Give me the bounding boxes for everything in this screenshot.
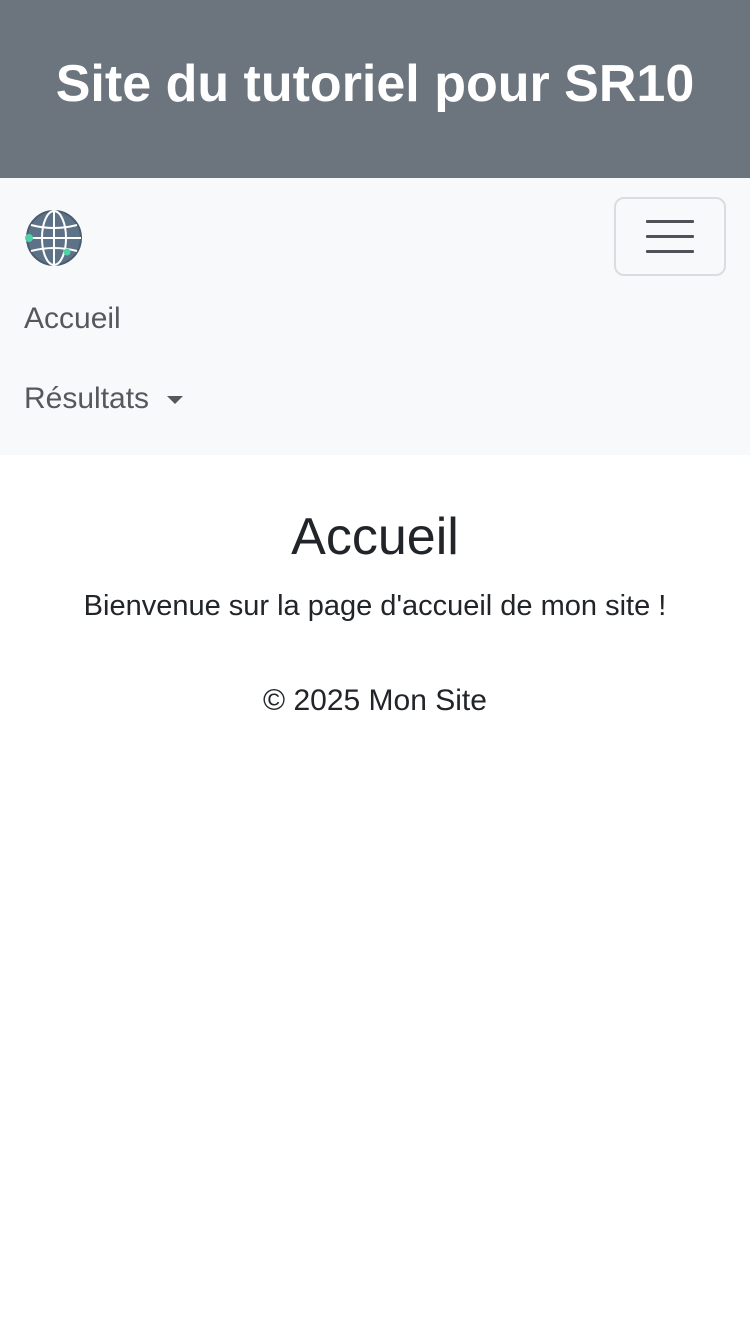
page-title: Accueil (291, 508, 459, 566)
footer-text: © 2025 Mon Site (263, 683, 487, 717)
navbar: Accueil Résultats (0, 178, 750, 455)
footer: © 2025 Mon Site (0, 683, 750, 717)
hamburger-menu-icon (646, 220, 694, 223)
navbar-toggler-button[interactable] (614, 197, 726, 276)
site-header: Site du tutoriel pour SR10 (0, 0, 750, 178)
welcome-text: Bienvenue sur la page d'accueil de mon s… (83, 590, 667, 622)
globe-icon[interactable] (24, 208, 84, 268)
caret-down-icon (167, 396, 184, 404)
nav-item-label: Résultats (24, 382, 150, 415)
nav-item-accueil[interactable]: Accueil (24, 304, 121, 334)
hamburger-menu-icon (646, 235, 694, 238)
nav-item-resultats[interactable]: Résultats (24, 382, 184, 415)
main-content: Accueil Bienvenue sur la page d'accueil … (0, 455, 750, 624)
site-title: Site du tutoriel pour SR10 (55, 55, 695, 113)
hamburger-menu-icon (646, 250, 694, 253)
